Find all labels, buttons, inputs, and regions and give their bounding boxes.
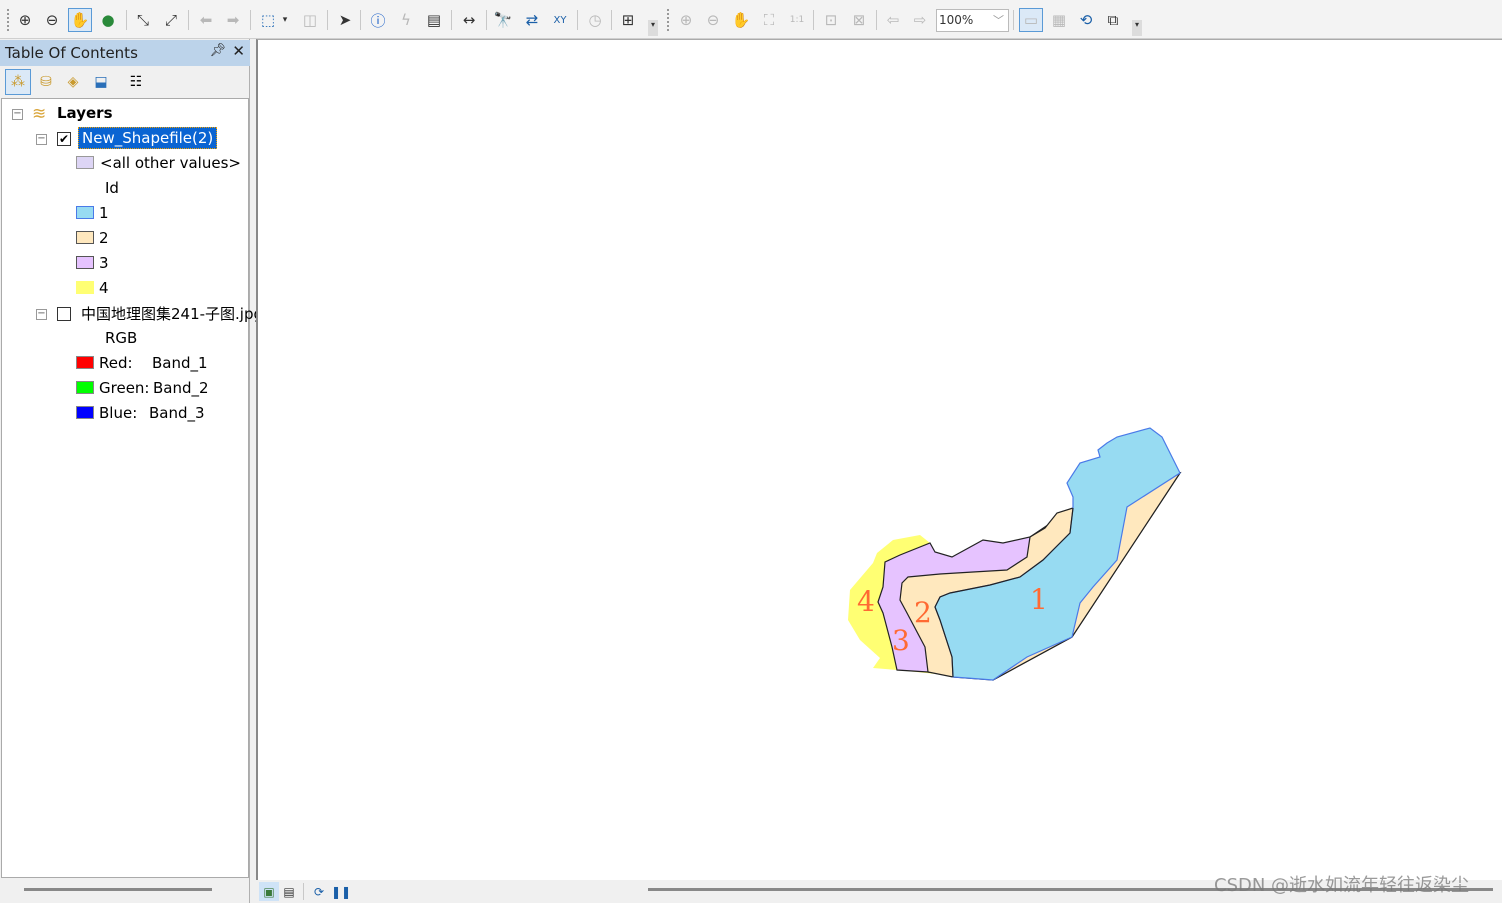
map-label-2: 2 — [914, 596, 932, 629]
pause-drawing-icon[interactable]: ❚❚ — [331, 882, 351, 901]
map-label-4: 4 — [857, 585, 875, 618]
map-label-1: 1 — [1030, 583, 1048, 616]
watermark: CSDN @逝水如流年轻往返染尘 — [1214, 875, 1470, 896]
map-label-3: 3 — [892, 624, 910, 657]
map-features: 1 2 3 4 — [848, 427, 1182, 681]
layout-view-icon[interactable]: ▤ — [279, 882, 299, 901]
data-view-icon[interactable]: ▣ — [259, 882, 279, 901]
refresh-icon[interactable]: ⟳ — [309, 882, 329, 901]
